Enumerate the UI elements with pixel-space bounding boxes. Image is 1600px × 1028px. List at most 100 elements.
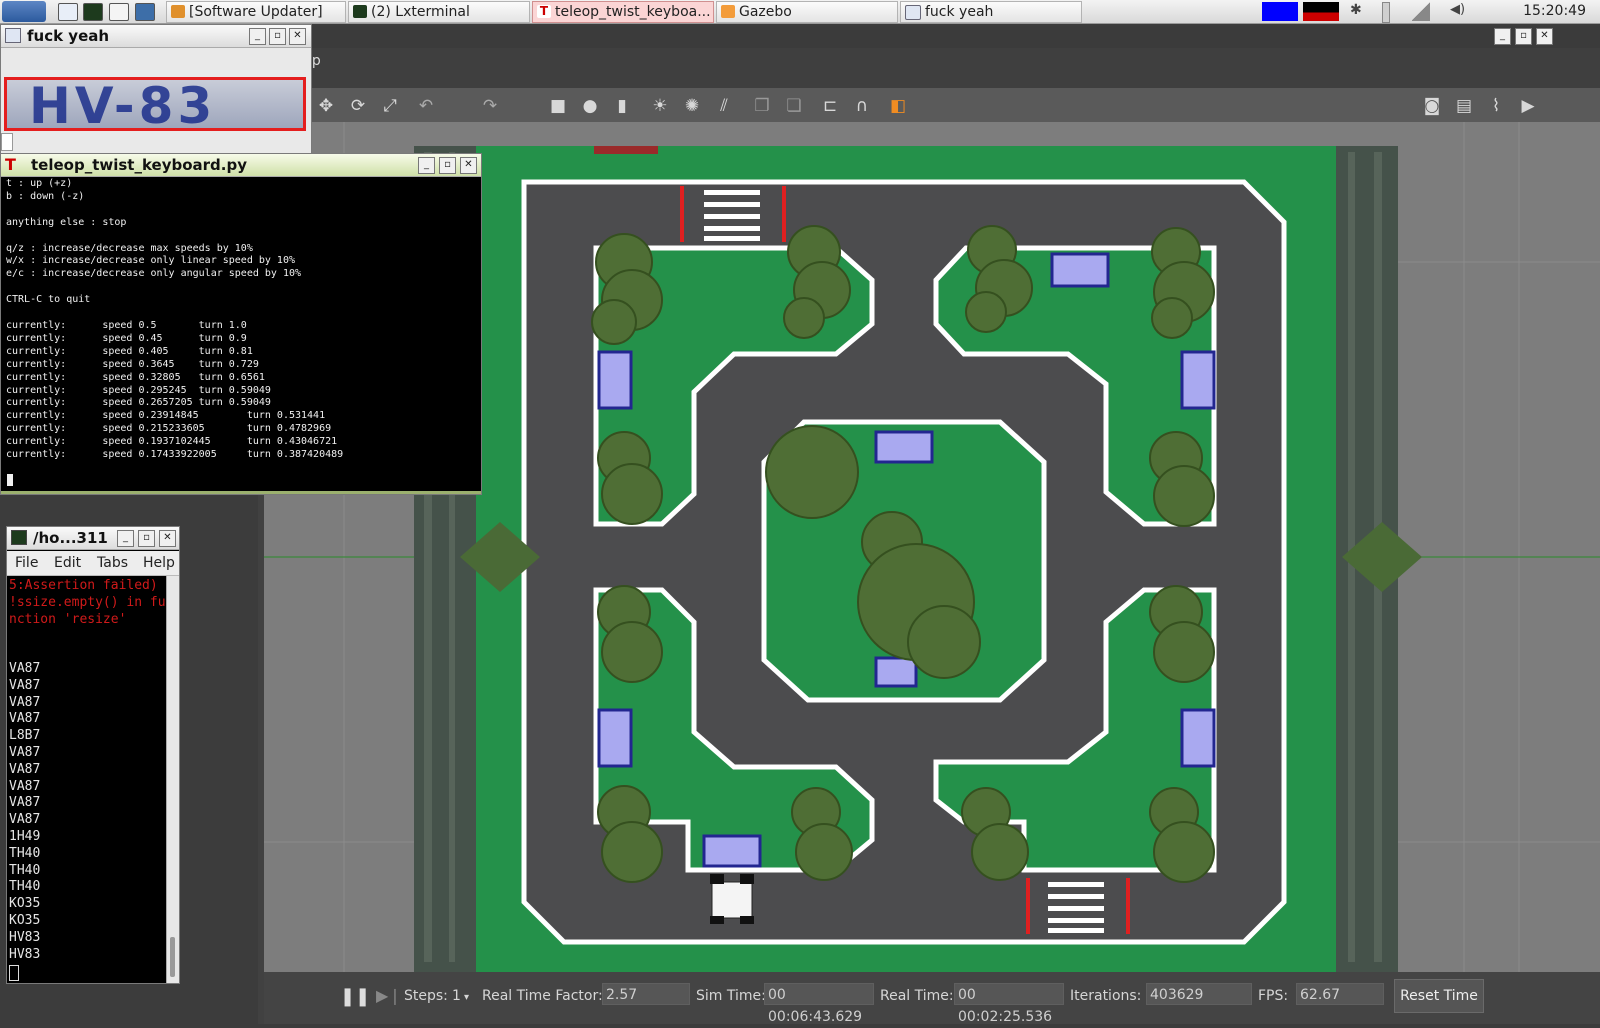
rtf-label: Real Time Factor: [482, 988, 603, 1004]
copy-icon[interactable]: ❐ [752, 96, 772, 116]
cursor [9, 965, 19, 981]
battery-icon[interactable] [1382, 2, 1390, 23]
updater-icon [171, 5, 185, 18]
taskbar: [Software Updater] (2) Lxterminal Tteleo… [0, 0, 1600, 24]
point-light-icon[interactable]: ☀ [650, 96, 670, 116]
scroll-thumb[interactable] [170, 937, 175, 977]
plate-board-6 [874, 430, 934, 464]
trackbar-slider[interactable] [1, 133, 13, 151]
plate-board-5 [1050, 252, 1110, 288]
translate-icon[interactable]: ✥ [316, 96, 336, 116]
sphere-shape-icon[interactable]: ● [580, 96, 600, 116]
menu-file[interactable]: File [15, 555, 38, 571]
task-software-updater[interactable]: [Software Updater] [166, 1, 346, 23]
terminal-icon [11, 530, 27, 545]
align-icon[interactable]: ⊏ [820, 96, 840, 116]
sim-time-label: Sim Time: [696, 988, 766, 1004]
terminal-scrollbar[interactable] [166, 576, 179, 983]
pause-button[interactable]: ❚❚ [340, 986, 370, 1007]
plate-readings: VA87 VA87 VA87 VA87 L8B7 VA87 VA87 VA87 … [9, 661, 41, 962]
box-shape-icon[interactable]: ■ [548, 96, 568, 116]
change-view-icon[interactable]: ◧ [888, 96, 908, 116]
tk-icon: T [537, 5, 551, 18]
gazebo-icon [721, 5, 735, 18]
snap-icon[interactable]: ∩ [852, 96, 872, 116]
teleop-window: T teleop_twist_keyboard.py _ ▫ ✕ t : up … [0, 153, 482, 495]
window-icon [5, 28, 21, 43]
window-title: teleop_twist_keyboard.py [31, 156, 248, 174]
menu-tabs[interactable]: Tabs [97, 555, 128, 571]
close-button[interactable]: ✕ [289, 28, 306, 45]
steps-value[interactable]: 1 [452, 988, 461, 1004]
text-editor-icon[interactable] [109, 3, 129, 21]
cylinder-shape-icon[interactable]: ▮ [612, 96, 632, 116]
undo-icon[interactable]: ↶ [416, 96, 436, 116]
close-button[interactable]: ✕ [1536, 28, 1553, 45]
minimize-button[interactable]: _ [1494, 28, 1511, 45]
teleop-scrollbar[interactable] [1, 491, 481, 494]
gazebo-titlebar: _ ▫ ✕ [258, 26, 1600, 48]
maximize-button[interactable]: ▫ [269, 28, 286, 45]
close-button[interactable]: ✕ [159, 530, 176, 547]
memory-monitor[interactable] [1303, 2, 1339, 21]
task-teleop[interactable]: Tteleop_twist_keyboa... [532, 1, 714, 23]
directional-light-icon[interactable]: ⫽ [714, 96, 734, 116]
window-icon [905, 5, 921, 20]
lxterminal-titlebar: /ho...311 _ ▫ ✕ [7, 527, 179, 550]
task-fuck-yeah[interactable]: fuck yeah [900, 1, 1082, 23]
fps-value: 62.67 [1296, 983, 1384, 1005]
clock[interactable]: 15:20:49 [1523, 0, 1586, 23]
screenshot-icon[interactable]: ◙ [1422, 96, 1442, 116]
robot-car [710, 874, 754, 924]
log-icon[interactable]: ▤ [1454, 96, 1474, 116]
video-record-icon[interactable]: ▶ [1518, 96, 1538, 116]
task-lxterminal[interactable]: (2) Lxterminal [348, 1, 530, 23]
paste-icon[interactable]: ❏ [784, 96, 804, 116]
gazebo-bottom-bar: ❚❚ ▶❘ Steps: 1 ▾ Real Time Factor: 2.57 … [264, 972, 1600, 1025]
plate-viewer-window: fuck yeah _ ▫ ✕ HV-83 [0, 24, 312, 154]
plate-board-3 [597, 708, 633, 768]
start-menu-button[interactable] [2, 1, 46, 22]
cursor [7, 474, 13, 486]
gazebo-toolbar: ✥ ⟳ ⤢ ↶ ↷ ■ ● ▮ ☀ ✺ ⫽ ❐ ❏ ⊏ ∩ ◧ ◙ ▤ ⌇ ▶ [264, 88, 1600, 122]
iterations-label: Iterations: [1070, 988, 1142, 1004]
plate-viewer-titlebar: fuck yeah _ ▫ ✕ [1, 25, 311, 48]
window-title: /ho...311 [33, 529, 108, 547]
browser-icon[interactable] [135, 3, 155, 21]
real-time-label: Real Time: [880, 988, 954, 1004]
tk-icon: T [5, 155, 16, 174]
task-gazebo[interactable]: Gazebo [716, 1, 898, 23]
scale-icon[interactable]: ⤢ [380, 96, 400, 116]
close-button[interactable]: ✕ [460, 157, 477, 174]
terminal-icon[interactable] [83, 3, 103, 21]
maximize-button[interactable]: ▫ [439, 157, 456, 174]
redo-icon[interactable]: ↷ [480, 96, 500, 116]
plate-board-1 [597, 350, 633, 410]
plate-board-8 [874, 656, 918, 688]
iterations-value: 403629 [1146, 983, 1252, 1005]
plot-icon[interactable]: ⌇ [1486, 96, 1506, 116]
menu-help[interactable]: Help [143, 555, 175, 571]
spot-light-icon[interactable]: ✺ [682, 96, 702, 116]
minimize-button[interactable]: _ [117, 530, 134, 547]
cpu-monitor[interactable] [1262, 2, 1298, 21]
volume-icon[interactable]: ◀) [1450, 2, 1468, 21]
maximize-button[interactable]: ▫ [138, 530, 155, 547]
network-icon[interactable] [1412, 2, 1430, 21]
real-time-value: 00 00:02:25.536 [954, 983, 1064, 1025]
minimize-button[interactable]: _ [249, 28, 266, 45]
teleop-output: t : up (+z) b : down (-z) anything else … [6, 178, 344, 461]
rtf-value: 2.57 [602, 983, 690, 1005]
teleop-titlebar: T teleop_twist_keyboard.py _ ▫ ✕ [1, 154, 481, 177]
menu-edit[interactable]: Edit [54, 555, 81, 571]
minimize-button[interactable]: _ [418, 157, 435, 174]
rotate-icon[interactable]: ⟳ [348, 96, 368, 116]
reset-time-button[interactable]: Reset Time [1394, 979, 1484, 1013]
file-manager-icon[interactable] [58, 3, 78, 21]
plate-board-7 [702, 834, 762, 868]
plate-text: HV-83 [29, 77, 217, 135]
steps-dropdown-icon[interactable]: ▾ [464, 992, 469, 1003]
maximize-button[interactable]: ▫ [1515, 28, 1532, 45]
bluetooth-icon[interactable]: ✱ [1350, 2, 1362, 21]
step-button[interactable]: ▶❘ [376, 986, 402, 1006]
